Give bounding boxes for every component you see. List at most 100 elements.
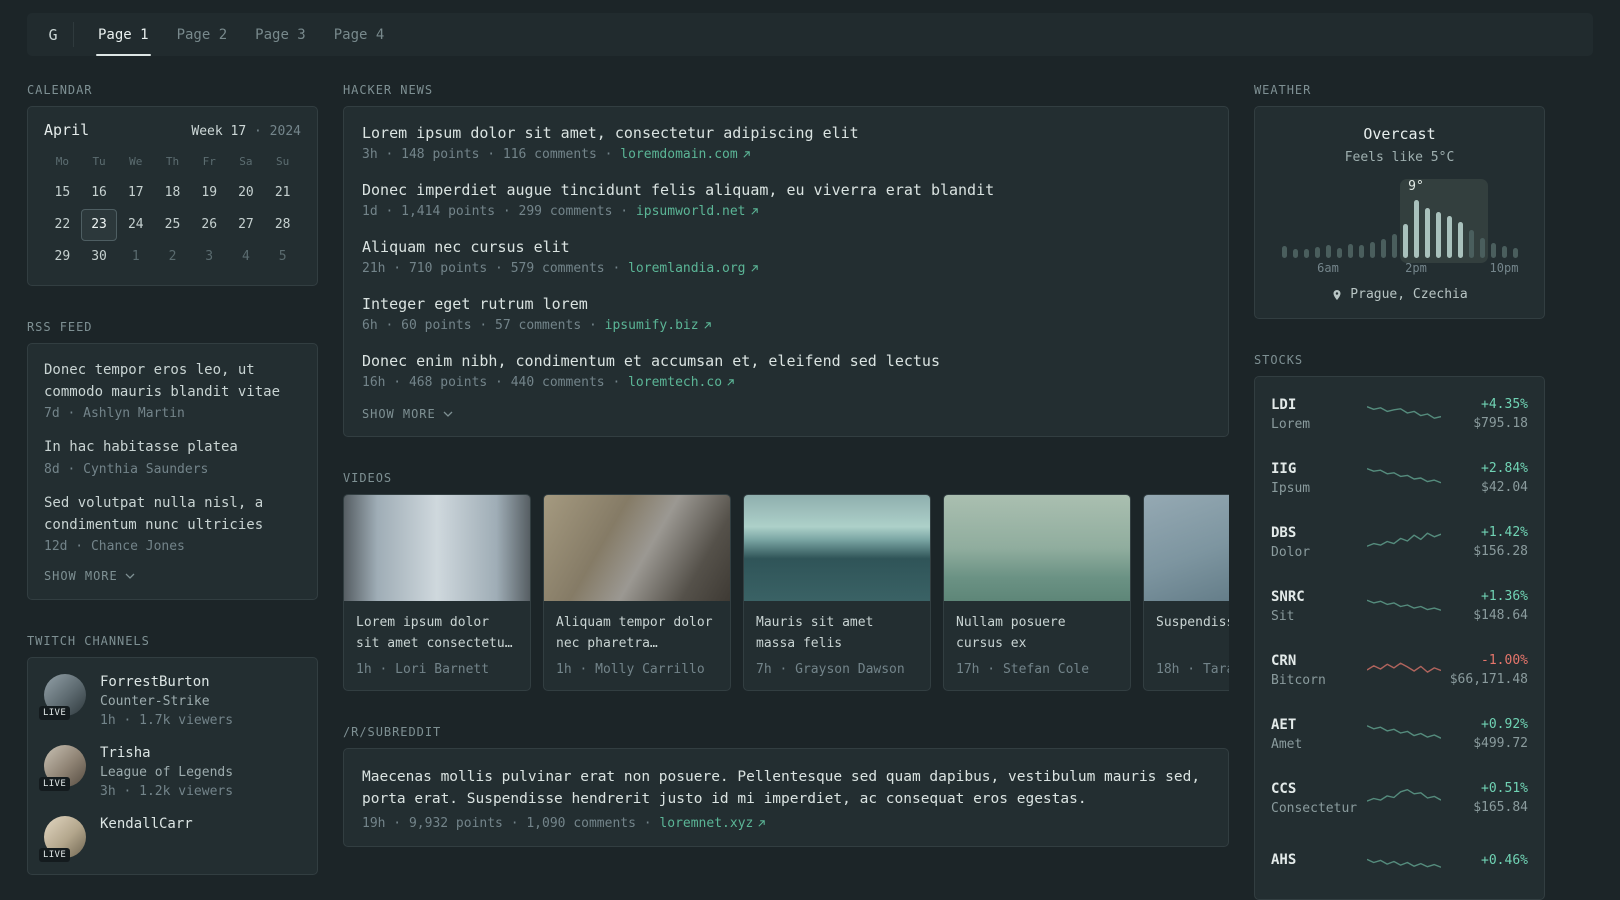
stock-row[interactable]: SNRC Sit +1.36% $148.64 (1271, 574, 1528, 638)
video-title[interactable]: Lorem ipsum dolor sit amet consectetu… (356, 612, 518, 654)
twitch-channel[interactable]: LIVE Trisha League of Legends 3h · 1.2k … (39, 745, 301, 799)
calendar-day[interactable]: 19 (191, 177, 228, 209)
calendar-day[interactable]: 22 (44, 209, 81, 241)
story-source-link[interactable]: loremlandia.org (628, 261, 758, 276)
calendar-day[interactable]: 18 (154, 177, 191, 209)
stock-name: Lorem (1271, 416, 1311, 432)
page-tab[interactable]: Page 4 (332, 13, 387, 56)
story: Aliquam nec cursus elit 21h · 710 points… (362, 238, 1210, 276)
chevron-down-icon (443, 411, 453, 417)
rss-item-title[interactable]: Sed volutpat nulla nisl, a condimentum n… (44, 493, 301, 536)
video-card[interactable]: Suspendisse diam 18h · Tara (1143, 494, 1229, 691)
calendar-day[interactable]: 16 (81, 177, 118, 209)
channel-name[interactable]: KendallCarr (100, 816, 193, 832)
channel-meta: 1h · 1.7k viewers (100, 713, 234, 729)
video-thumbnail[interactable] (744, 495, 930, 601)
calendar-day[interactable]: 20 (228, 177, 265, 209)
calendar-day[interactable]: 21 (264, 177, 301, 209)
post-title[interactable]: Maecenas mollis pulvinar erat non posuer… (362, 766, 1210, 811)
video-card[interactable]: Mauris sit amet massa felis 7h · Grayson… (743, 494, 931, 691)
calendar-day[interactable]: 3 (191, 241, 228, 273)
calendar-day[interactable]: 30 (81, 241, 118, 273)
rss-item: Donec tempor eros leo, ut commodo mauris… (44, 360, 301, 421)
calendar-day[interactable]: 24 (117, 209, 154, 241)
channel-avatar: LIVE (39, 816, 86, 863)
page-tab[interactable]: Page 2 (175, 13, 230, 56)
rss-item-title[interactable]: Donec tempor eros leo, ut commodo mauris… (44, 360, 301, 403)
calendar-day[interactable]: 26 (191, 209, 228, 241)
video-card[interactable]: Lorem ipsum dolor sit amet consectetu… 1… (343, 494, 531, 691)
calendar-day[interactable]: 23 (80, 209, 118, 241)
story-source-link[interactable]: loremtech.co (628, 375, 735, 390)
page-tab[interactable]: Page 3 (253, 13, 308, 56)
stock-row[interactable]: CCS Consectetur +0.51% $165.84 (1271, 766, 1528, 830)
channel-info: Trisha League of Legends 3h · 1.2k viewe… (100, 745, 233, 799)
hackernews-show-more-button[interactable]: SHOW MORE (362, 407, 1210, 421)
video-title[interactable]: Aliquam tempor dolor nec pharetra… (556, 612, 718, 654)
channel-name[interactable]: Trisha (100, 745, 233, 761)
stock-values: +0.46% (1441, 853, 1528, 872)
stock-symbol: LDI (1271, 396, 1297, 413)
story-source-link[interactable]: ipsumworld.net (636, 204, 759, 219)
story-list: Lorem ipsum dolor sit amet, consectetur … (362, 124, 1210, 390)
post-source-link[interactable]: loremnet.xyz (659, 816, 766, 831)
weather-hour-bar (1457, 222, 1463, 258)
video-thumbnail[interactable] (544, 495, 730, 601)
subreddit-card: Maecenas mollis pulvinar erat non posuer… (343, 748, 1229, 847)
stock-sparkline (1366, 847, 1442, 877)
video-meta: 1h · Molly Carrillo (556, 662, 705, 677)
calendar-day[interactable]: 2 (154, 241, 191, 273)
story-title[interactable]: Donec imperdiet augue tincidunt felis al… (362, 181, 1210, 199)
weather-chart: 9° 6am 2pm 10pm (1281, 177, 1518, 275)
story-title[interactable]: Lorem ipsum dolor sit amet, consectetur … (362, 124, 1210, 142)
calendar-day[interactable]: 5 (264, 241, 301, 273)
stock-row[interactable]: AHS +0.46% (1271, 830, 1528, 894)
location-pin-icon (1333, 289, 1341, 300)
rss-item-title[interactable]: In hac habitasse platea (44, 437, 301, 459)
stock-row[interactable]: DBS Dolor +1.42% $156.28 (1271, 510, 1528, 574)
calendar-day[interactable]: 27 (228, 209, 265, 241)
weather-hour-bar (1490, 243, 1496, 258)
stock-name: Ipsum (1271, 480, 1311, 496)
video-card[interactable]: Aliquam tempor dolor nec pharetra… 1h · … (543, 494, 731, 691)
stock-row[interactable]: LDI Lorem +4.35% $795.18 (1271, 382, 1528, 446)
weather-condition: Overcast (1363, 125, 1436, 143)
stock-row[interactable]: IIG Ipsum +2.84% $42.04 (1271, 446, 1528, 510)
stock-id: DBS Dolor (1271, 525, 1367, 560)
calendar-day[interactable]: 1 (117, 241, 154, 273)
story-title[interactable]: Integer eget rutrum lorem (362, 295, 1210, 313)
story-source-link[interactable]: loremdomain.com (620, 147, 750, 162)
weather-hour-bar (1391, 234, 1397, 258)
channel-name[interactable]: ForrestBurton (100, 674, 233, 690)
weather-time-label: 6am (1317, 261, 1339, 275)
video-title[interactable]: Nullam posuere cursus ex (956, 612, 1118, 654)
video-title[interactable]: Mauris sit amet massa felis (756, 612, 918, 654)
story-title[interactable]: Aliquam nec cursus elit (362, 238, 1210, 256)
rss-show-more-button[interactable]: SHOW MORE (44, 569, 301, 583)
story-title[interactable]: Donec enim nibh, condimentum et accumsan… (362, 352, 1210, 370)
twitch-channel[interactable]: LIVE KendallCarr (39, 816, 301, 863)
calendar-day[interactable]: 28 (264, 209, 301, 241)
video-thumbnail[interactable] (344, 495, 530, 601)
page-tab[interactable]: Page 1 (96, 13, 151, 56)
stock-values: +4.35% $795.18 (1441, 397, 1528, 431)
story-source-link[interactable]: ipsumify.biz (605, 318, 712, 333)
video-thumbnail[interactable] (944, 495, 1130, 601)
stock-row[interactable]: AET Amet +0.92% $499.72 (1271, 702, 1528, 766)
stock-symbol: IIG (1271, 460, 1297, 477)
video-thumbnail[interactable] (1144, 495, 1229, 601)
calendar-day[interactable]: 4 (228, 241, 265, 273)
right-column: WEATHER Overcast Feels like 5°C 9° 6am 2p… (1254, 83, 1545, 900)
calendar-day[interactable]: 17 (117, 177, 154, 209)
calendar-day[interactable]: 15 (44, 177, 81, 209)
video-title[interactable]: Suspendisse diam (1156, 612, 1229, 654)
calendar-day[interactable]: 29 (44, 241, 81, 273)
twitch-channel[interactable]: LIVE ForrestBurton Counter-Strike 1h · 1… (39, 674, 301, 729)
stock-row[interactable]: CRN Bitcorn -1.00% $66,171.48 (1271, 638, 1528, 702)
app-logo[interactable]: G (33, 13, 73, 56)
weather-hour-bar (1369, 242, 1375, 258)
video-card[interactable]: Nullam posuere cursus ex 17h · Stefan Co… (943, 494, 1131, 691)
dashboard-grid: CALENDAR April Week 17 · 2024 Mo Tu We Th Fr… (27, 83, 1620, 900)
calendar-day[interactable]: 25 (154, 209, 191, 241)
external-link-icon (750, 208, 758, 215)
